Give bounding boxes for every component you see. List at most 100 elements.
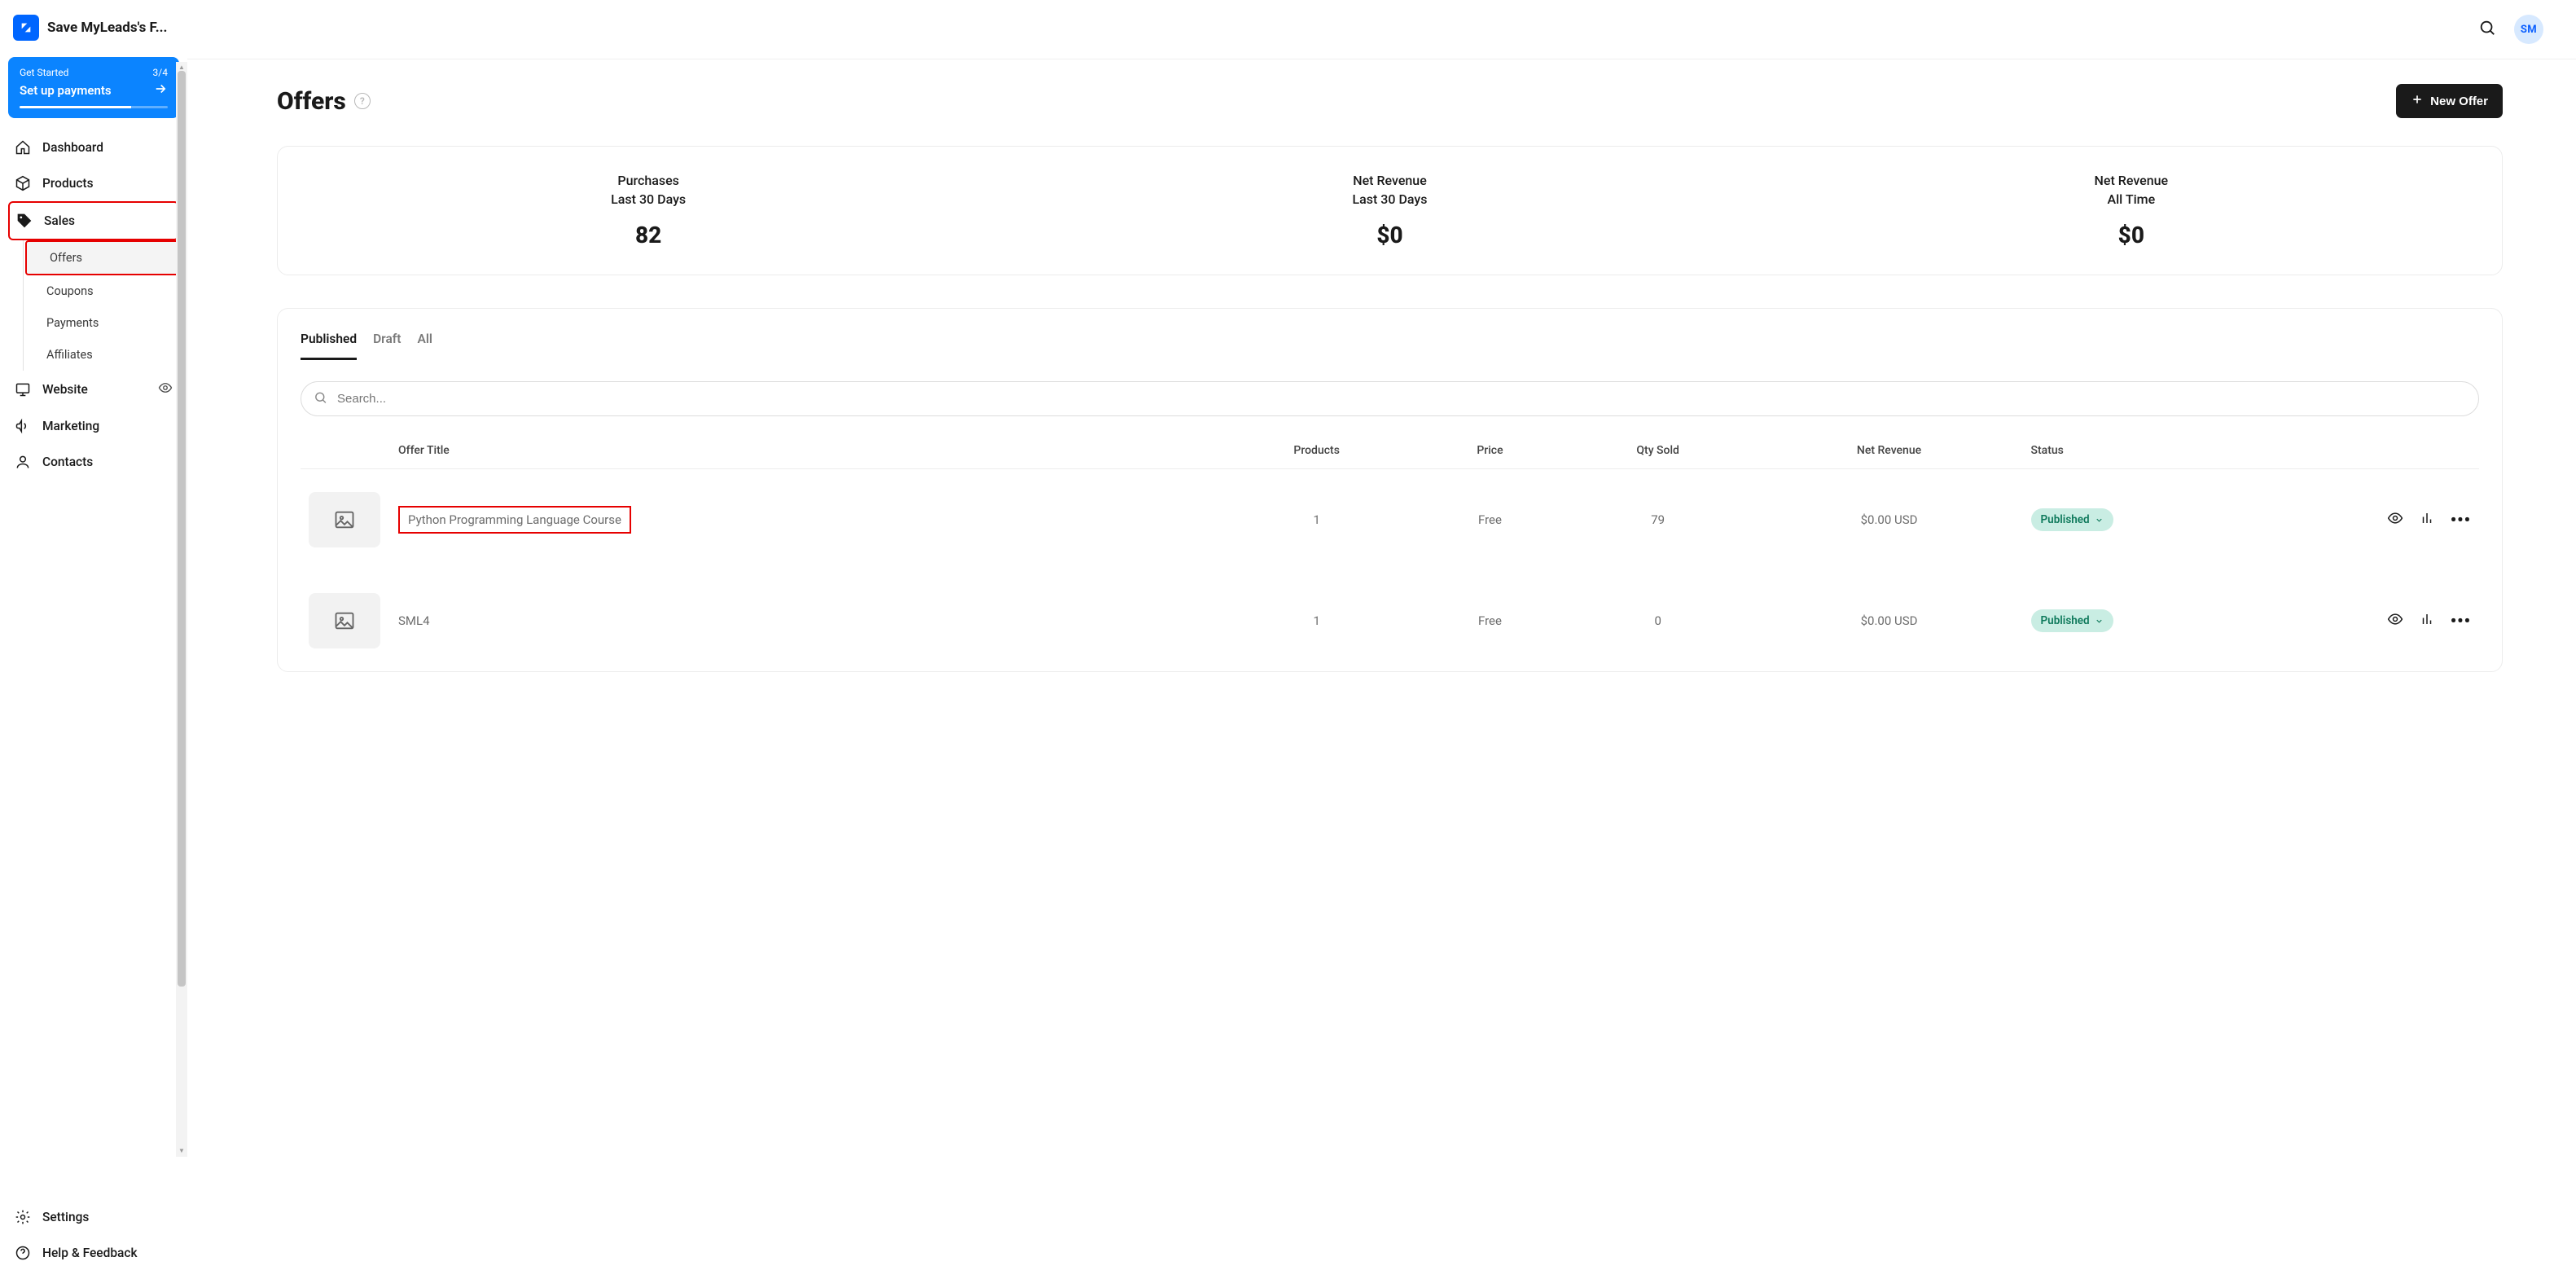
metric-title: Purchases — [278, 173, 1019, 188]
view-icon[interactable] — [2387, 611, 2403, 631]
tab-draft[interactable]: Draft — [373, 332, 401, 360]
metric-purchases: Purchases Last 30 Days 82 — [278, 173, 1019, 248]
page-title: Offers ? — [277, 87, 371, 116]
new-offer-button[interactable]: New Offer — [2396, 84, 2503, 118]
analytics-icon[interactable] — [2420, 511, 2434, 529]
search-input[interactable] — [301, 381, 2479, 416]
scroll-down-icon: ▼ — [178, 1148, 185, 1154]
avatar[interactable]: SM — [2514, 15, 2543, 44]
search-icon — [314, 390, 327, 407]
megaphone-icon — [15, 418, 31, 434]
offer-thumb — [309, 593, 380, 648]
get-started-progress: 3/4 — [153, 67, 168, 78]
get-started-progress-bar — [20, 106, 168, 108]
more-icon[interactable]: ••• — [2451, 611, 2471, 631]
metric-revenue-all: Net Revenue All Time $0 — [1761, 173, 2502, 248]
help-tooltip-icon[interactable]: ? — [354, 93, 371, 109]
home-icon — [15, 139, 31, 156]
image-icon — [333, 609, 356, 632]
nav-marketing-label: Marketing — [42, 419, 99, 433]
plus-icon — [2411, 93, 2424, 109]
nav-dashboard[interactable]: Dashboard — [8, 130, 179, 165]
th-qty[interactable]: Qty Sold — [1560, 433, 1756, 469]
nav-marketing[interactable]: Marketing — [8, 408, 179, 444]
offer-products: 1 — [1213, 469, 1420, 571]
tabs: Published Draft All — [301, 332, 2479, 360]
metric-value: $0 — [1761, 222, 2502, 248]
offer-title[interactable]: Python Programming Language Course — [398, 506, 631, 534]
more-icon[interactable]: ••• — [2451, 510, 2471, 530]
subnav-coupons[interactable]: Coupons — [24, 275, 179, 307]
th-status[interactable]: Status — [2023, 433, 2349, 469]
subnav-payments[interactable]: Payments — [24, 307, 179, 339]
subnav-affiliates[interactable]: Affiliates — [24, 339, 179, 371]
metric-period: All Time — [1761, 191, 2502, 207]
scroll-up-icon: ▲ — [178, 64, 185, 71]
th-price[interactable]: Price — [1420, 433, 1560, 469]
search-icon[interactable] — [2478, 19, 2496, 40]
offer-price: Free — [1420, 570, 1560, 671]
app-logo[interactable] — [13, 15, 39, 41]
new-offer-label: New Offer — [2430, 94, 2488, 108]
app-title[interactable]: Save MyLeads's F... — [47, 20, 168, 36]
offer-revenue: $0.00 USD — [1756, 469, 2023, 571]
sales-subnav: Offers Coupons Payments Affiliates — [23, 240, 179, 371]
nav-settings-label: Settings — [42, 1210, 89, 1224]
eye-icon[interactable] — [158, 380, 173, 398]
nav-products-label: Products — [42, 176, 94, 191]
main: SM Offers ? New Offer Purchases — [187, 0, 2576, 1279]
th-products[interactable]: Products — [1213, 433, 1420, 469]
offer-title[interactable]: SML4 — [398, 613, 430, 628]
nav-help-label: Help & Feedback — [42, 1246, 138, 1260]
nav-contacts-label: Contacts — [42, 455, 93, 469]
offers-table: Offer Title Products Price Qty Sold Net … — [301, 433, 2479, 671]
monitor-icon — [15, 381, 31, 398]
nav-sales[interactable]: Sales — [8, 201, 179, 240]
chevron-down-icon — [2095, 617, 2104, 626]
sidebar: Save MyLeads's F... Get Started 3/4 Set … — [0, 0, 187, 1279]
sidebar-header: Save MyLeads's F... — [0, 0, 187, 55]
get-started-card[interactable]: Get Started 3/4 Set up payments — [8, 57, 179, 118]
th-thumb — [301, 433, 390, 469]
get-started-label: Get Started — [20, 67, 68, 78]
offer-price: Free — [1420, 469, 1560, 571]
metric-title: Net Revenue — [1761, 173, 2502, 188]
metrics-card: Purchases Last 30 Days 82 Net Revenue La… — [277, 146, 2503, 275]
help-icon — [15, 1245, 31, 1261]
th-title[interactable]: Offer Title — [390, 433, 1213, 469]
nav-website-label: Website — [42, 382, 88, 397]
nav-help[interactable]: Help & Feedback — [8, 1235, 179, 1271]
table-row[interactable]: SML4 1 Free 0 $0.00 USD Published ••• — [301, 570, 2479, 671]
tag-icon — [16, 213, 33, 229]
tab-all[interactable]: All — [418, 332, 432, 360]
th-revenue[interactable]: Net Revenue — [1756, 433, 2023, 469]
metric-value: 82 — [278, 222, 1019, 248]
nav-website[interactable]: Website — [8, 371, 179, 408]
user-icon — [15, 454, 31, 470]
view-icon[interactable] — [2387, 510, 2403, 530]
tab-published[interactable]: Published — [301, 332, 357, 360]
metric-period: Last 30 Days — [1019, 191, 1760, 207]
nav-settings[interactable]: Settings — [8, 1199, 179, 1235]
th-actions — [2349, 433, 2479, 469]
table-row[interactable]: Python Programming Language Course 1 Fre… — [301, 469, 2479, 571]
status-badge[interactable]: Published — [2031, 508, 2113, 531]
chevron-down-icon — [2095, 516, 2104, 525]
nav-dashboard-label: Dashboard — [42, 140, 103, 155]
page-title-text: Offers — [277, 87, 346, 116]
subnav-offers[interactable]: Offers — [25, 240, 179, 275]
topbar: SM — [187, 0, 2576, 59]
metric-revenue-30d: Net Revenue Last 30 Days $0 — [1019, 173, 1760, 248]
metric-title: Net Revenue — [1019, 173, 1760, 188]
nav-products[interactable]: Products — [8, 165, 179, 201]
offer-revenue: $0.00 USD — [1756, 570, 2023, 671]
offer-products: 1 — [1213, 570, 1420, 671]
status-badge[interactable]: Published — [2031, 609, 2113, 632]
nav-contacts[interactable]: Contacts — [8, 444, 179, 480]
metric-value: $0 — [1019, 222, 1760, 248]
box-icon — [15, 175, 31, 191]
gear-icon — [15, 1209, 31, 1225]
sidebar-scrollbar[interactable]: ▲ ▼ — [176, 62, 187, 1157]
analytics-icon[interactable] — [2420, 612, 2434, 630]
get-started-cta: Set up payments — [20, 83, 112, 98]
